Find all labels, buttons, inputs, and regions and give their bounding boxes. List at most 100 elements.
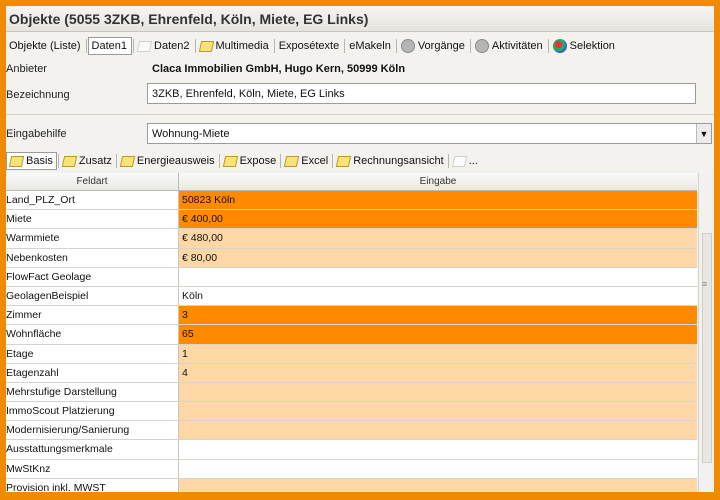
- field-name-cell: MwStKnz: [6, 459, 179, 478]
- value-cell[interactable]: [179, 421, 697, 440]
- grip-icon: ≡: [702, 279, 708, 289]
- value-cell[interactable]: € 480,00: [179, 229, 697, 248]
- subtab-separator: [447, 154, 449, 168]
- bezeichnung-label: Bezeichnung: [6, 89, 70, 101]
- table-row[interactable]: Modernisierung/Sanierung: [6, 421, 697, 441]
- value-cell[interactable]: [179, 478, 697, 492]
- column-header-eingabe[interactable]: Eingabe: [179, 173, 697, 190]
- value-cell[interactable]: 65: [179, 325, 697, 344]
- subtab-separator: [332, 154, 334, 168]
- window-title: Objekte (5055 3ZKB, Ehrenfeld, Köln, Mie…: [6, 6, 714, 32]
- eingabehilfe-value: Wohnung-Miete: [152, 128, 230, 140]
- subtab-2[interactable]: Energieausweis: [118, 153, 218, 169]
- note-icon: [336, 155, 352, 167]
- tab-separator: [133, 39, 135, 53]
- anbieter-label: Anbieter: [6, 63, 47, 75]
- subtab-label: Energieausweis: [136, 155, 215, 167]
- subtab-label: Excel: [301, 155, 329, 167]
- ghost-note-icon: [136, 40, 153, 52]
- value-cell[interactable]: [179, 402, 697, 421]
- tab-separator: [194, 39, 196, 53]
- field-name-cell: Provision inkl. MWST: [6, 478, 179, 492]
- subtab-separator: [218, 154, 220, 168]
- table-row[interactable]: Warmmiete € 480,00: [6, 229, 697, 249]
- table-row[interactable]: GeolagenBeispiel Köln: [6, 286, 697, 307]
- grid-header: Feldart Eingabe: [6, 173, 697, 191]
- anbieter-value: Claca Immobilien GmbH, Hugo Kern, 50999 …: [152, 63, 406, 75]
- tab-0[interactable]: Objekte (Liste): [6, 37, 85, 55]
- eingabehilfe-select[interactable]: Wohnung-Miete ▼: [147, 123, 712, 144]
- table-row[interactable]: ImmoScout Platzierung: [6, 402, 697, 422]
- field-name-cell: Zimmer: [6, 306, 179, 325]
- tab-label: Exposétexte: [278, 40, 340, 52]
- field-name-cell: Etagenzahl: [6, 363, 179, 382]
- value-cell[interactable]: Köln: [179, 286, 697, 306]
- tab-2[interactable]: Daten2: [135, 37, 193, 55]
- value-cell[interactable]: [179, 440, 697, 459]
- scrollbar-thumb[interactable]: [702, 233, 712, 463]
- tab-label: Vorgänge: [417, 40, 465, 52]
- tab-separator: [273, 39, 275, 53]
- gear-icon: [474, 39, 489, 53]
- table-row[interactable]: Etage 1: [6, 344, 697, 364]
- value-cell[interactable]: € 80,00: [179, 248, 697, 267]
- sub-tab-bar: Basis Zusatz Energieausweis Expose Excel Rech…: [6, 151, 714, 171]
- table-row[interactable]: Nebenkosten € 80,00: [6, 248, 697, 268]
- subtab-1[interactable]: Zusatz: [60, 153, 115, 169]
- value-cell[interactable]: € 400,00: [179, 210, 697, 229]
- subtab-6[interactable]: ...: [450, 153, 481, 169]
- column-header-feldart[interactable]: Feldart: [6, 173, 179, 190]
- subtab-separator: [57, 154, 59, 168]
- eingabehilfe-label: Eingabehilfe: [6, 128, 67, 140]
- table-row[interactable]: Ausstattungsmerkmale: [6, 440, 697, 460]
- divider: [6, 114, 714, 115]
- table-row[interactable]: FlowFact Geolage: [6, 267, 697, 287]
- table-row[interactable]: Wohnfläche 65: [6, 325, 697, 345]
- bezeichnung-input[interactable]: 3ZKB, Ehrenfeld, Köln, Miete, EG Links: [147, 83, 696, 104]
- tab-separator: [395, 39, 397, 53]
- subtab-4[interactable]: Excel: [282, 153, 331, 169]
- tab-5[interactable]: eMakeln: [346, 37, 395, 55]
- table-row[interactable]: Zimmer 3: [6, 306, 697, 326]
- tab-label: Objekte (Liste): [9, 40, 81, 52]
- tab-7[interactable]: Aktivitäten: [472, 37, 547, 55]
- subtab-label: Expose: [239, 155, 277, 167]
- value-cell[interactable]: [179, 382, 697, 402]
- tab-6[interactable]: Vorgänge: [398, 37, 469, 55]
- subtab-5[interactable]: Rechnungsansicht: [334, 153, 447, 169]
- value-cell[interactable]: [179, 267, 697, 286]
- tab-4[interactable]: Exposétexte: [276, 37, 344, 55]
- value-cell[interactable]: 50823 Köln: [179, 191, 697, 210]
- data-grid: Feldart Eingabe Land_PLZ_Ort 50823 Köln Mi…: [6, 173, 697, 492]
- field-name-cell: FlowFact Geolage: [6, 267, 179, 286]
- tab-1[interactable]: Daten1: [87, 37, 133, 55]
- subtab-0[interactable]: Basis: [6, 152, 57, 170]
- chevron-down-icon[interactable]: ▼: [696, 124, 711, 143]
- table-row[interactable]: MwStKnz: [6, 459, 697, 479]
- value-cell[interactable]: 3: [179, 306, 697, 325]
- note-icon: [8, 155, 25, 167]
- vertical-scrollbar[interactable]: ≡: [698, 173, 714, 492]
- subtab-label: ...: [468, 155, 478, 167]
- value-cell[interactable]: [179, 459, 697, 478]
- table-row[interactable]: Etagenzahl 4: [6, 363, 697, 383]
- value-cell[interactable]: 4: [179, 363, 697, 382]
- subtab-label: Rechnungsansicht: [353, 155, 444, 167]
- tab-label: Daten1: [91, 40, 128, 52]
- table-row[interactable]: Mehrstufige Darstellung: [6, 382, 697, 403]
- tab-8[interactable]: Selektion: [550, 37, 619, 55]
- note-icon: [222, 155, 238, 167]
- value-cell[interactable]: 1: [179, 344, 697, 363]
- tab-separator: [547, 39, 549, 53]
- table-row[interactable]: Miete € 400,00: [6, 210, 697, 230]
- subtab-label: Zusatz: [78, 155, 112, 167]
- tab-3[interactable]: Multimedia: [197, 37, 273, 55]
- subtab-3[interactable]: Expose: [221, 153, 280, 169]
- main-tab-bar: Objekte (Liste) Daten1 Daten2 Multimedia Exp…: [6, 36, 714, 56]
- note-icon: [119, 155, 136, 167]
- table-row[interactable]: Land_PLZ_Ort 50823 Köln: [6, 191, 697, 211]
- tab-label: Aktivitäten: [491, 40, 543, 52]
- field-name-cell: Etage: [6, 344, 179, 363]
- table-row[interactable]: Provision inkl. MWST: [6, 478, 697, 492]
- field-name-cell: Nebenkosten: [6, 248, 179, 267]
